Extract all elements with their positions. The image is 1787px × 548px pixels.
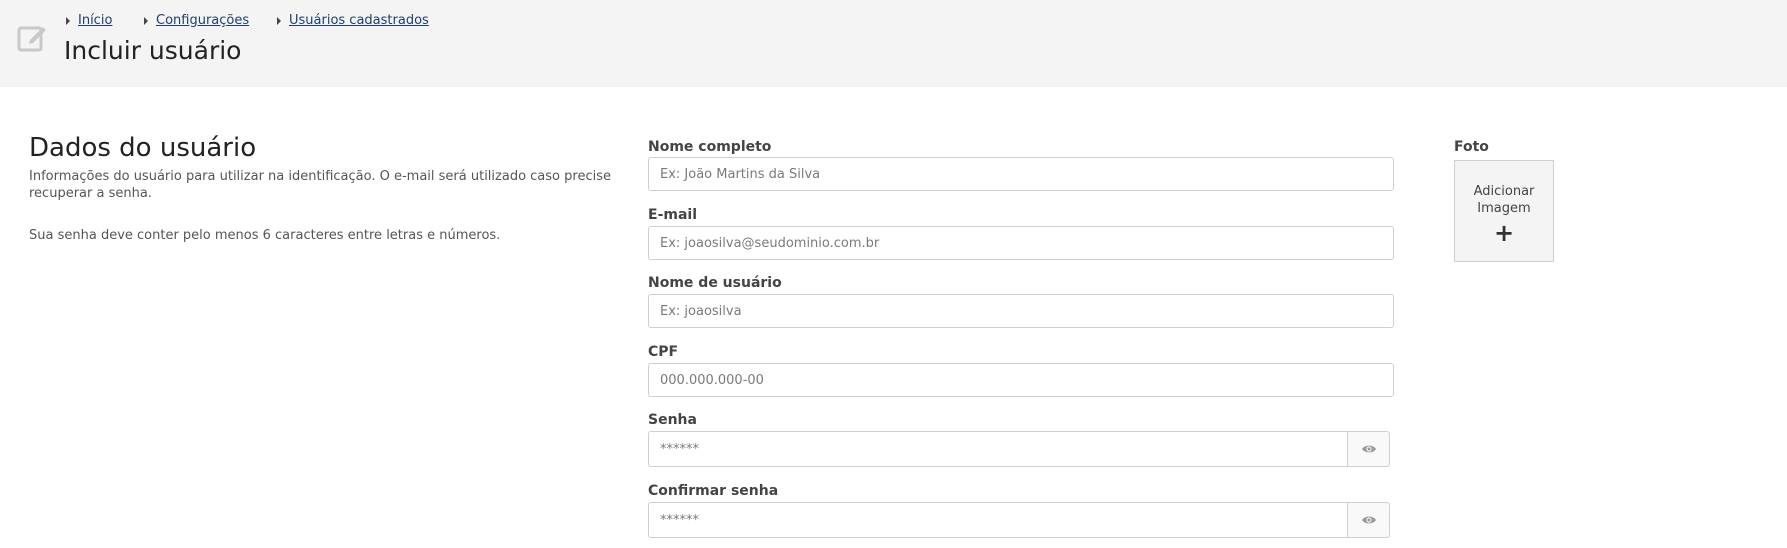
section-description: Informações do usuário para utilizar na … bbox=[29, 169, 611, 201]
email-input[interactable] bbox=[648, 226, 1394, 260]
password-input[interactable] bbox=[648, 431, 1348, 467]
cpf-label: CPF bbox=[648, 344, 679, 360]
page-header: Início Configurações Usuários cadastrado… bbox=[0, 0, 1787, 87]
password-label: Senha bbox=[648, 412, 697, 428]
caret-right-icon bbox=[277, 16, 281, 25]
confirm-password-label: Confirmar senha bbox=[648, 483, 779, 499]
add-image-button[interactable]: Adicionar Imagem + bbox=[1454, 160, 1554, 262]
add-image-label: Adicionar Imagem bbox=[1473, 184, 1535, 216]
caret-right-icon bbox=[144, 16, 148, 25]
breadcrumb-item-configuracoes: Configurações bbox=[144, 13, 249, 28]
breadcrumb-item-usuarios-cadastrados: Usuários cadastrados bbox=[277, 13, 429, 28]
page-title: Incluir usuário bbox=[64, 36, 242, 65]
password-visibility-toggle[interactable] bbox=[1347, 431, 1390, 467]
breadcrumb-item-inicio: Início bbox=[66, 13, 112, 28]
caret-right-icon bbox=[66, 16, 70, 25]
section-title: Dados do usuário bbox=[29, 133, 257, 163]
full-name-label: Nome completo bbox=[648, 139, 772, 155]
username-label: Nome de usuário bbox=[648, 275, 782, 291]
email-label: E-mail bbox=[648, 207, 698, 223]
eye-icon bbox=[1361, 445, 1376, 453]
breadcrumb-link-configuracoes[interactable]: Configurações bbox=[156, 13, 249, 28]
confirm-password-visibility-toggle[interactable] bbox=[1347, 502, 1390, 538]
photo-label: Foto bbox=[1454, 139, 1489, 155]
username-input[interactable] bbox=[648, 294, 1394, 328]
full-name-input[interactable] bbox=[648, 157, 1394, 191]
breadcrumb-link-inicio[interactable]: Início bbox=[78, 13, 112, 28]
eye-icon bbox=[1361, 516, 1376, 524]
breadcrumb-link-usuarios-cadastrados[interactable]: Usuários cadastrados bbox=[289, 13, 429, 28]
confirm-password-input[interactable] bbox=[648, 502, 1348, 538]
edit-icon bbox=[17, 26, 46, 52]
plus-icon: + bbox=[1493, 219, 1515, 247]
cpf-input[interactable] bbox=[648, 363, 1394, 397]
password-rule-note: Sua senha deve conter pelo menos 6 carac… bbox=[29, 228, 501, 243]
